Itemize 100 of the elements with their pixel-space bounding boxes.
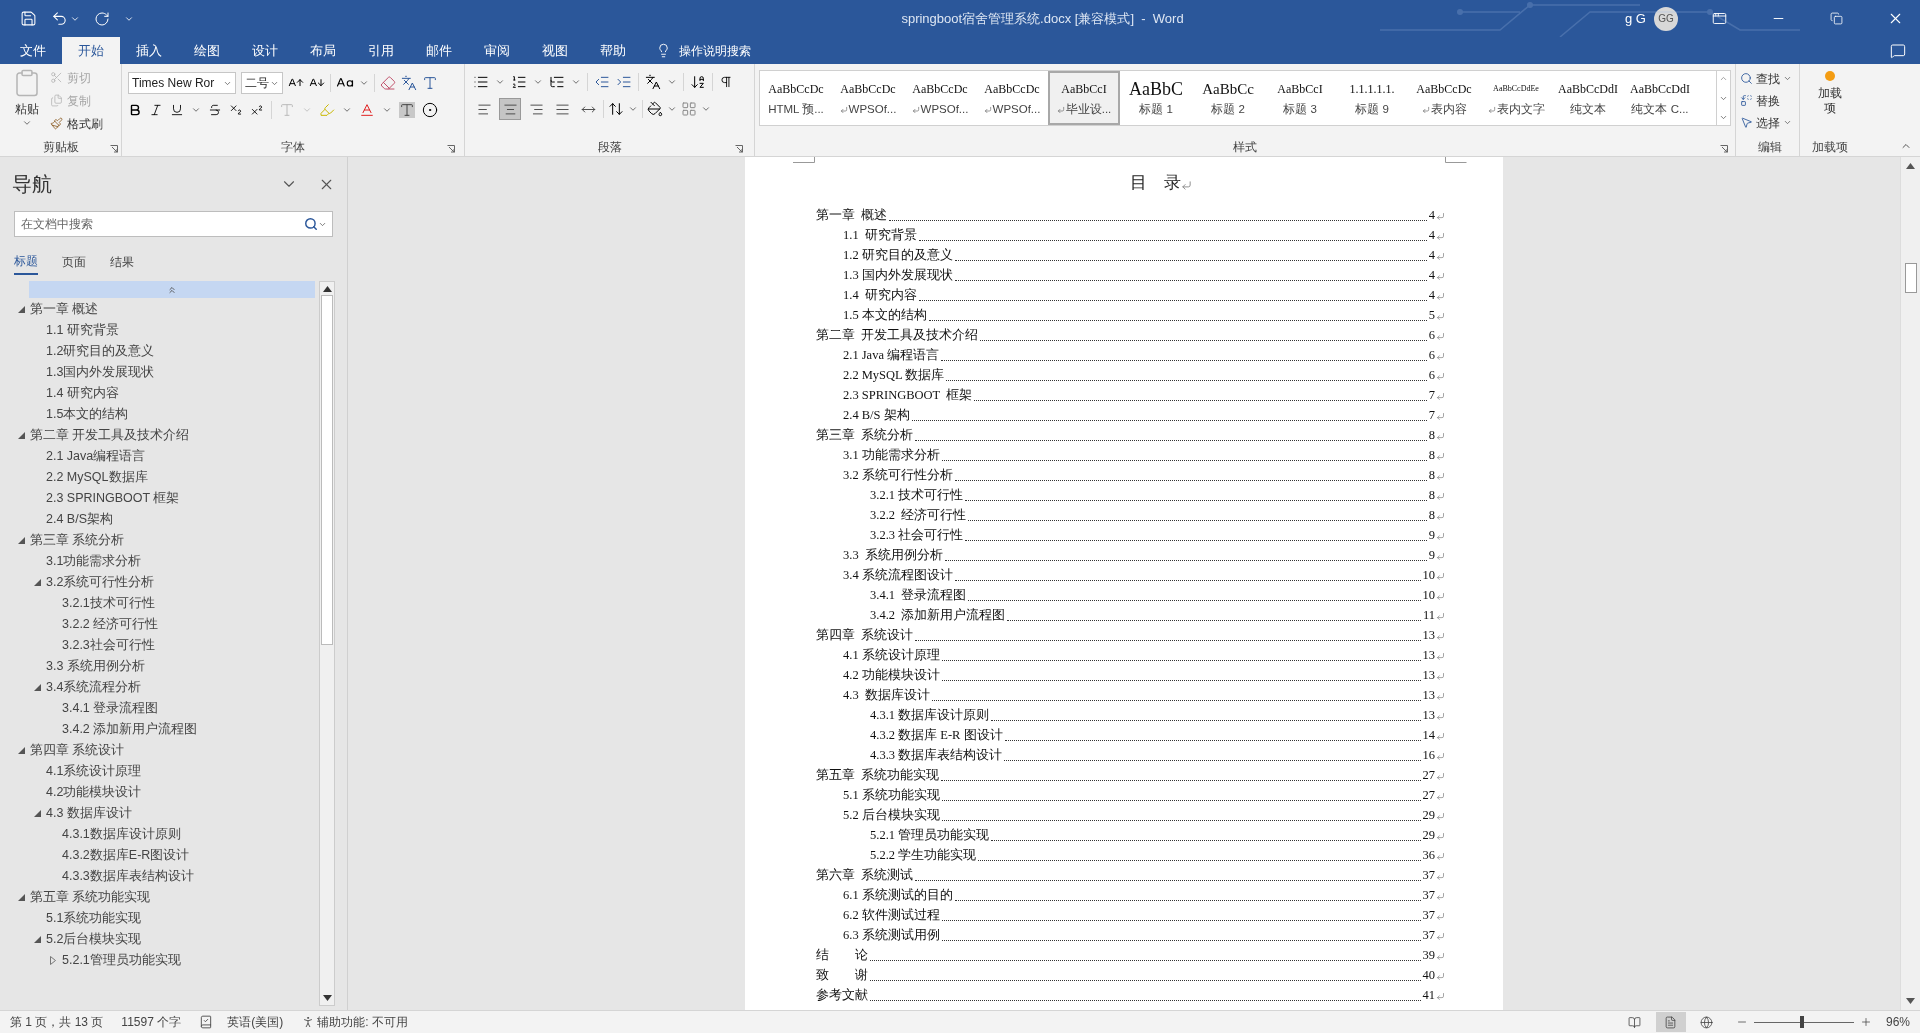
toc-entry[interactable]: 结 论 bbox=[816, 946, 868, 965]
toc-entry[interactable]: 3.2 系统可行性分析 bbox=[843, 466, 953, 485]
caret-icon[interactable] bbox=[667, 104, 677, 114]
scroll-up-icon[interactable] bbox=[1906, 163, 1915, 169]
language-status[interactable]: 英语(美国) bbox=[227, 1013, 284, 1031]
toc-entry[interactable]: 第六章 系统测试 bbox=[816, 866, 914, 885]
scrollbar[interactable] bbox=[1900, 157, 1920, 1010]
italic-icon[interactable] bbox=[149, 103, 163, 117]
tell-me-search[interactable]: 操作说明搜索 bbox=[679, 41, 751, 60]
caret-icon[interactable] bbox=[533, 77, 543, 87]
avatar[interactable]: GG bbox=[1654, 6, 1678, 31]
toc-entry[interactable]: 参考文献 bbox=[816, 986, 868, 1005]
style-item[interactable]: AaBbC 标题 1 bbox=[1120, 71, 1192, 125]
subscript-icon[interactable] bbox=[229, 103, 243, 117]
increase-indent-icon[interactable] bbox=[616, 74, 632, 90]
toc-entry[interactable]: 6.1 系统测试的目的 bbox=[843, 886, 953, 905]
style-item[interactable]: AaBbCcDdEe 表内文字 bbox=[1480, 71, 1552, 125]
expanded-arrow-icon[interactable] bbox=[34, 810, 41, 817]
borders-icon[interactable] bbox=[681, 101, 697, 117]
lightbulb-icon[interactable] bbox=[656, 43, 671, 58]
globe-icon[interactable] bbox=[1700, 1015, 1714, 1029]
line-spacing-icon[interactable] bbox=[608, 101, 624, 117]
ribbon-tab[interactable]: 开始 bbox=[62, 37, 120, 64]
heading-link[interactable]: 3.3 系统用例分析 bbox=[46, 657, 145, 676]
toc-entry[interactable]: 1.5 本文的结构 bbox=[843, 306, 927, 325]
caret-icon[interactable] bbox=[1783, 74, 1792, 83]
caret-icon[interactable] bbox=[382, 105, 392, 115]
phonetic-guide-icon[interactable] bbox=[401, 75, 417, 91]
heading-link[interactable]: 第三章 系统分析 bbox=[30, 531, 125, 550]
ribbon-tab[interactable]: 插入 bbox=[120, 37, 178, 64]
chinese-layout-icon[interactable] bbox=[645, 74, 661, 90]
multilevel-list-icon[interactable] bbox=[549, 74, 565, 90]
pane-tab[interactable]: 结果 bbox=[110, 249, 134, 275]
painter-button[interactable]: 格式刷 bbox=[50, 114, 103, 133]
expanded-arrow-icon[interactable] bbox=[34, 684, 41, 691]
toc-entry[interactable]: 2.1 Java 编程语言 bbox=[843, 346, 940, 365]
heading-link[interactable]: 第五章 系统功能实现 bbox=[30, 888, 151, 907]
find-button[interactable]: 查找 bbox=[1740, 68, 1799, 89]
toc-entry[interactable]: 4.1 系统设计原理 bbox=[843, 646, 940, 665]
toc-entry[interactable]: 3.4.1 登录流程图 bbox=[870, 586, 967, 605]
pointer-icon[interactable] bbox=[1740, 116, 1753, 129]
toc-entry[interactable]: 5.2.2 学生功能实现 bbox=[870, 846, 977, 865]
toc-entry[interactable]: 4.3.1 数据库设计原则 bbox=[870, 706, 990, 725]
ribbon-tab[interactable]: 设计 bbox=[236, 37, 294, 64]
toc-entry[interactable]: 3.1 功能需求分析 bbox=[843, 446, 940, 465]
expanded-arrow-icon[interactable] bbox=[18, 306, 25, 313]
toc-entry[interactable]: 3.2.1 技术可行性 bbox=[870, 486, 964, 505]
pane-tab[interactable]: 页面 bbox=[62, 249, 86, 275]
expanded-arrow-icon[interactable] bbox=[34, 936, 41, 943]
numbering-icon[interactable] bbox=[511, 74, 527, 90]
toc-entry[interactable]: 第五章 系统功能实现 bbox=[816, 766, 940, 785]
style-item[interactable]: AaBbCcDdI 纯文本 C... bbox=[1624, 71, 1696, 125]
scrollbar-thumb[interactable] bbox=[321, 295, 333, 645]
heading-link[interactable]: 4.3.2数据库E-R图设计 bbox=[62, 846, 190, 865]
style-item[interactable]: AaBbCcDc 表内容 bbox=[1408, 71, 1480, 125]
heading-link[interactable]: 3.2.1技术可行性 bbox=[62, 594, 155, 613]
style-item[interactable]: 1.1.1.1.1. 标题 9 bbox=[1336, 71, 1408, 125]
style-item[interactable]: AaBbCcDc HTML 预... bbox=[760, 71, 832, 125]
word-count[interactable]: 11597 个字 bbox=[121, 1013, 182, 1031]
heading-link[interactable]: 4.3.3数据库表结构设计 bbox=[62, 867, 194, 886]
more-styles-icon[interactable] bbox=[1719, 113, 1728, 122]
enclose-characters-icon[interactable] bbox=[422, 102, 438, 118]
heading-link[interactable]: 5.2后台模块实现 bbox=[46, 930, 142, 949]
select-button[interactable]: 选择 bbox=[1740, 112, 1799, 133]
character-shading-icon[interactable] bbox=[399, 102, 415, 118]
scrollbar-thumb[interactable] bbox=[1904, 263, 1917, 293]
caret-icon[interactable] bbox=[191, 105, 201, 115]
caret-icon[interactable] bbox=[495, 77, 505, 87]
ribbon-tab[interactable]: 引用 bbox=[352, 37, 410, 64]
ribbon-tab[interactable]: 审阅 bbox=[468, 37, 526, 64]
toc-entry[interactable]: 2.2 MySQL 数据库 bbox=[843, 366, 945, 385]
heading-link[interactable]: 5.1系统功能实现 bbox=[46, 909, 142, 928]
superscript-icon[interactable] bbox=[250, 103, 264, 117]
heading-link[interactable]: 3.4.1 登录流程图 bbox=[62, 699, 159, 718]
book-icon[interactable] bbox=[1628, 1015, 1642, 1029]
bold-icon[interactable] bbox=[128, 103, 142, 117]
bullets-icon[interactable] bbox=[473, 74, 489, 90]
redo-icon[interactable] bbox=[94, 10, 110, 27]
heading-link[interactable]: 4.3.1数据库设计原则 bbox=[62, 825, 181, 844]
toc-entry[interactable]: 1.4 研究内容 bbox=[843, 286, 917, 305]
add-ins-button[interactable]: 加载项 bbox=[1817, 86, 1843, 116]
scroll-down-icon[interactable] bbox=[1906, 998, 1915, 1004]
expanded-arrow-icon[interactable] bbox=[18, 432, 25, 439]
toc-entry[interactable]: 3.4.2 添加新用户流程图 bbox=[870, 606, 1006, 625]
toc-entry[interactable]: 5.1 系统功能实现 bbox=[843, 786, 940, 805]
toc-entry[interactable]: 4.3.3 数据库表结构设计 bbox=[870, 746, 1003, 765]
expanded-arrow-icon[interactable] bbox=[18, 537, 25, 544]
toc-entry[interactable]: 5.2 后台模块实现 bbox=[843, 806, 940, 825]
heading-link[interactable]: 4.1系统设计原理 bbox=[46, 762, 142, 781]
clear-formatting-icon[interactable] bbox=[380, 75, 396, 91]
style-item[interactable]: AaBbCcI 毕业设... bbox=[1048, 71, 1120, 125]
search-field[interactable]: 在文档中搜索 bbox=[14, 211, 333, 237]
caret-icon[interactable] bbox=[628, 104, 638, 114]
toc-entry[interactable]: 2.3 SPRINGBOOT 框架 bbox=[843, 386, 973, 405]
style-item[interactable]: AaBbCcDc WPSOf... bbox=[976, 71, 1048, 125]
heading-link[interactable]: 2.1 Java编程语言 bbox=[46, 447, 146, 466]
heading-link[interactable]: 1.2研究目的及意义 bbox=[46, 342, 155, 361]
expanded-arrow-icon[interactable] bbox=[34, 579, 41, 586]
heading-link[interactable]: 2.3 SPRINGBOOT 框架 bbox=[46, 489, 180, 508]
font-size-field[interactable]: 二号 bbox=[241, 72, 283, 94]
